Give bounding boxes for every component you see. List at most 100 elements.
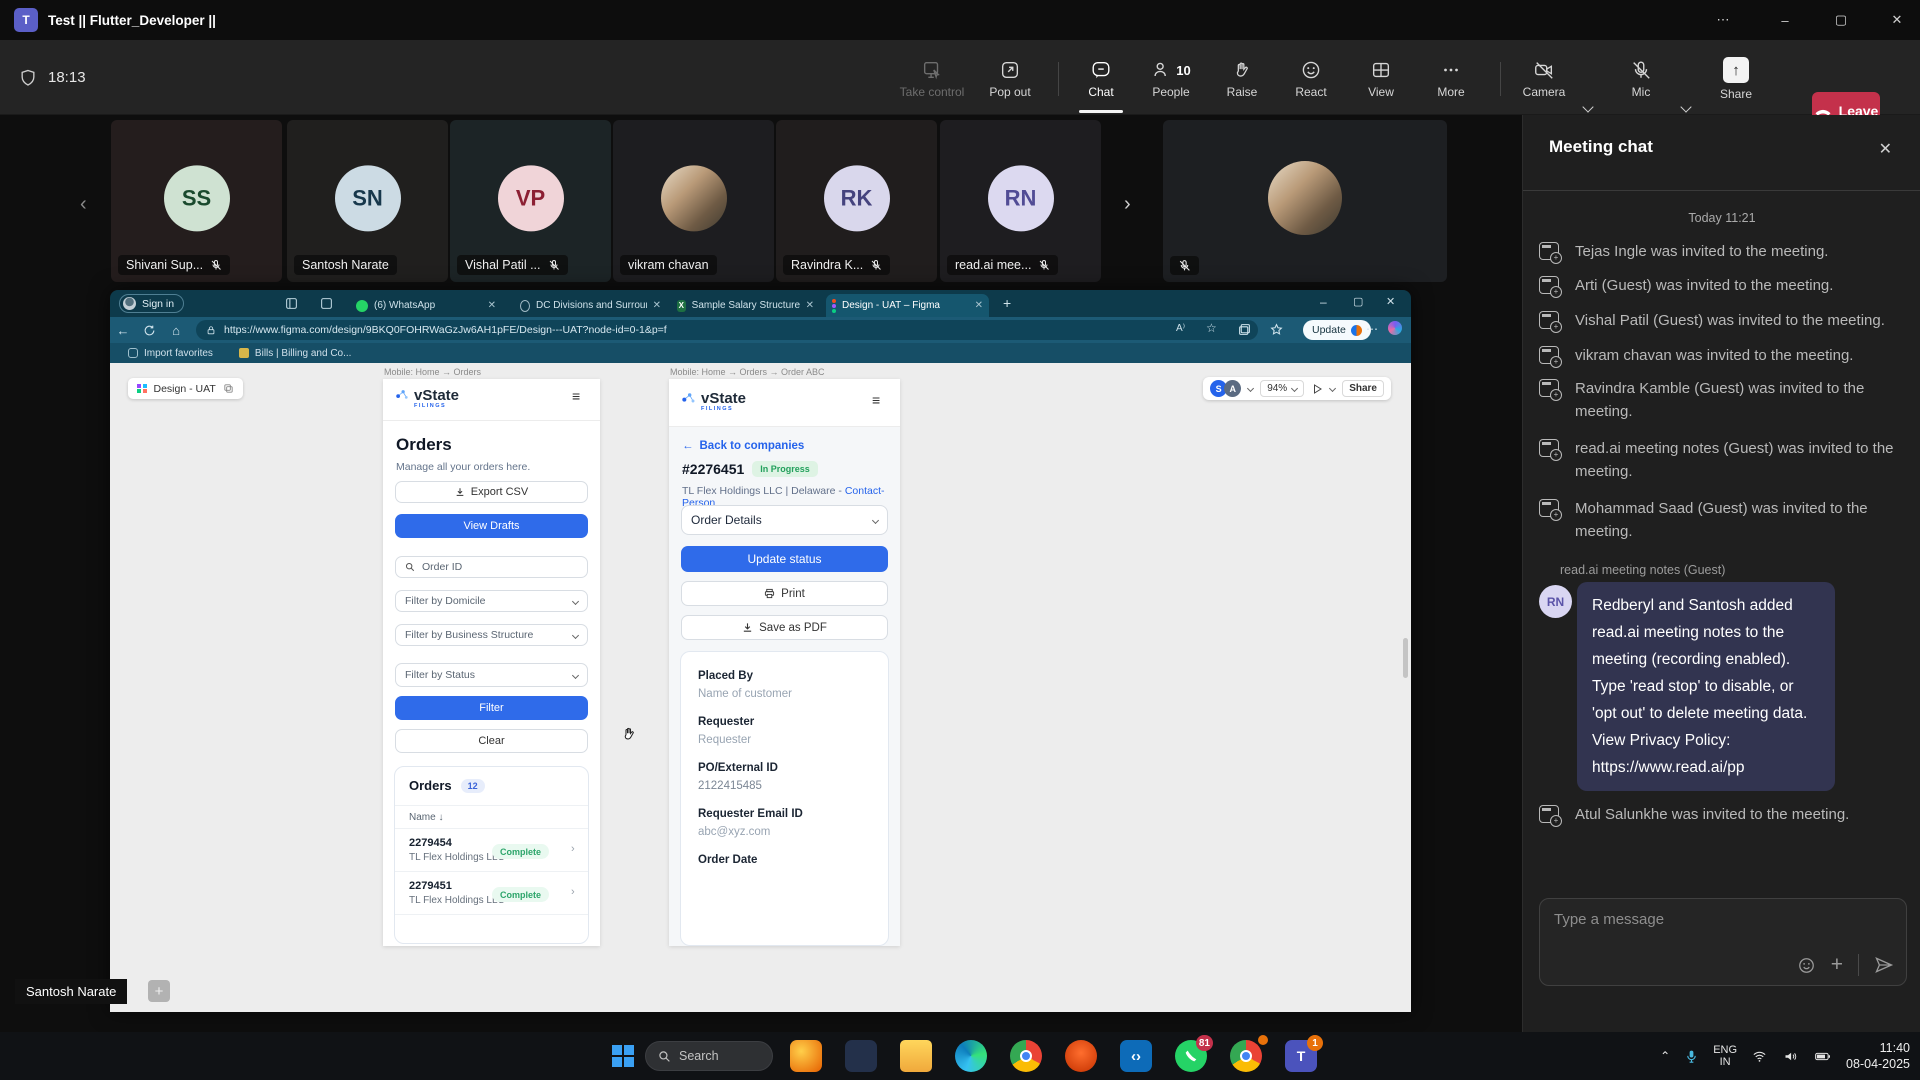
teams-icon[interactable]: T 1	[1285, 1040, 1317, 1072]
zoom-select[interactable]: 94%	[1260, 380, 1304, 397]
browser-update-button[interactable]: Update	[1303, 320, 1371, 340]
back-icon[interactable]: ←	[110, 323, 136, 338]
spotlight-tile[interactable]	[1163, 120, 1447, 282]
participants-next-chevron-icon[interactable]: ›	[1124, 193, 1131, 216]
participant-tile[interactable]: SN Santosh Narate	[287, 120, 448, 282]
view-button[interactable]: View	[1345, 50, 1417, 108]
participant-tile[interactable]: RK Ravindra K...	[776, 120, 937, 282]
emoji-icon[interactable]	[1797, 956, 1816, 975]
browser-maximize-icon[interactable]: ▢	[1353, 295, 1363, 308]
window-minimize-icon[interactable]: –	[1762, 0, 1808, 40]
mic-button[interactable]: Mic	[1605, 50, 1677, 108]
read-aloud-icon[interactable]: A⁾	[1176, 323, 1185, 334]
tab-close-icon[interactable]: ✕	[806, 300, 814, 311]
window-close-icon[interactable]: ✕	[1874, 0, 1920, 40]
browser-tab[interactable]: DC Divisions and Surroundings ✕	[514, 294, 667, 317]
wifi-icon[interactable]	[1751, 1049, 1768, 1064]
window-more-icon[interactable]: ⋯	[1700, 0, 1746, 40]
camera-button[interactable]: Camera	[1508, 50, 1580, 108]
collaborators-chevron-icon[interactable]	[1247, 385, 1254, 392]
column-header[interactable]: Name ↓	[409, 812, 443, 823]
favorite-star-icon[interactable]: ☆	[1206, 321, 1217, 335]
participant-tile[interactable]: VP Vishal Patil ...	[450, 120, 611, 282]
print-button[interactable]: Print	[681, 581, 888, 606]
url-field[interactable]: https://www.figma.com/design/9BKQ0FOHRWa…	[196, 320, 1258, 340]
tab-close-icon[interactable]: ✕	[653, 300, 661, 311]
chrome-icon[interactable]	[1010, 1040, 1042, 1072]
home-icon[interactable]: ⌂	[163, 323, 189, 338]
tab-close-icon[interactable]: ✕	[488, 300, 496, 311]
share-button[interactable]: ↑ Share	[1700, 50, 1772, 108]
taskbar-search[interactable]: Search	[645, 1041, 773, 1071]
raise-hand-button[interactable]: Raise	[1206, 50, 1278, 108]
figma-share-button[interactable]: Share	[1342, 380, 1384, 397]
tab-close-icon[interactable]: ✕	[975, 300, 983, 311]
tab-actions-icon[interactable]	[285, 297, 298, 310]
firefox-icon[interactable]	[790, 1040, 822, 1072]
canvas-scrollbar[interactable]	[1403, 638, 1408, 678]
present-chevron-icon[interactable]	[1329, 385, 1336, 392]
update-status-button[interactable]: Update status	[681, 546, 888, 572]
browser-tab-active[interactable]: Design - UAT – Figma ✕	[826, 294, 989, 317]
hamburger-icon[interactable]: ≡	[872, 397, 888, 403]
figma-doc-chip[interactable]: Design - UAT	[128, 378, 243, 399]
collections-icon[interactable]	[1238, 323, 1251, 336]
tray-chevron-icon[interactable]: ⌃	[1660, 1049, 1670, 1063]
participant-tile[interactable]: vikram chavan	[613, 120, 774, 282]
order-row[interactable]: 2279454 TL Flex Holdings LLC	[409, 837, 505, 863]
orders-frame[interactable]: vState FILINGS ≡ Orders Manage all your …	[383, 379, 600, 946]
copilot-icon[interactable]	[1388, 321, 1402, 335]
import-favorites-link[interactable]: Import favorites	[128, 348, 213, 359]
taskbar-clock[interactable]: 11:40 08-04-2025	[1846, 1040, 1910, 1072]
whatsapp-icon[interactable]: 81	[1175, 1040, 1207, 1072]
order-row[interactable]: 2279451 TL Flex Holdings LLC	[409, 880, 505, 906]
row-chevron-icon[interactable]: ›	[571, 843, 575, 855]
export-csv-button[interactable]: Export CSV	[395, 481, 588, 503]
refresh-icon[interactable]	[143, 324, 156, 337]
volume-icon[interactable]	[1782, 1049, 1799, 1064]
send-icon[interactable]	[1874, 955, 1894, 975]
language-indicator[interactable]: ENG IN	[1713, 1044, 1737, 1068]
tray-mic-icon[interactable]	[1684, 1049, 1699, 1064]
filter-status-select[interactable]: Filter by Status	[395, 663, 588, 687]
hamburger-icon[interactable]: ≡	[572, 393, 588, 399]
order-id-search-input[interactable]: Order ID	[395, 556, 588, 578]
filter-domicile-select[interactable]: Filter by Domicile	[395, 590, 588, 612]
save-pdf-button[interactable]: Save as PDF	[681, 615, 888, 640]
add-overlay-icon[interactable]: +	[148, 980, 170, 1002]
filter-button[interactable]: Filter	[395, 696, 588, 720]
order-details-select[interactable]: Order Details	[681, 505, 888, 535]
attach-plus-icon[interactable]: +	[1831, 956, 1843, 974]
browser-menu-icon[interactable]: ⋯	[1366, 322, 1378, 336]
pop-out-button[interactable]: Pop out	[974, 50, 1046, 108]
chat-message-input[interactable]: Type a message +	[1539, 898, 1907, 986]
bookmark-link[interactable]: Bills | Billing and Co...	[239, 348, 352, 359]
people-button[interactable]: 10 People	[1135, 50, 1207, 108]
order-detail-frame[interactable]: vState FILINGS ≡ ← Back to companies #22…	[669, 379, 900, 946]
camera-options-chevron-icon[interactable]	[1582, 101, 1593, 112]
chat-button[interactable]: Chat	[1065, 50, 1137, 108]
favorites-bar-icon[interactable]	[1270, 323, 1283, 336]
vertical-tabs-icon[interactable]	[320, 297, 333, 310]
present-play-icon[interactable]	[1311, 383, 1323, 395]
file-explorer-icon[interactable]	[900, 1040, 932, 1072]
edge-icon[interactable]	[955, 1040, 987, 1072]
chrome-icon[interactable]	[1230, 1040, 1262, 1072]
participant-tile[interactable]: SS Shivani Sup...	[111, 120, 282, 282]
windows-start-icon[interactable]	[612, 1045, 634, 1067]
participant-tile[interactable]: RN read.ai mee...	[940, 120, 1101, 282]
react-button[interactable]: React	[1275, 50, 1347, 108]
view-drafts-button[interactable]: View Drafts	[395, 514, 588, 538]
vscode-icon[interactable]: ‹›	[1120, 1040, 1152, 1072]
participants-prev-chevron-icon[interactable]: ‹	[80, 193, 87, 216]
browser-signin-button[interactable]: Sign in	[119, 294, 184, 313]
collaborator-avatar[interactable]: A	[1224, 380, 1241, 397]
app-icon[interactable]	[845, 1040, 877, 1072]
row-chevron-icon[interactable]: ›	[571, 886, 575, 898]
battery-icon[interactable]	[1813, 1049, 1832, 1064]
chat-close-icon[interactable]: ✕	[1879, 139, 1892, 159]
new-tab-icon[interactable]: +	[1003, 295, 1011, 311]
filter-business-select[interactable]: Filter by Business Structure	[395, 624, 588, 646]
brave-icon[interactable]	[1065, 1040, 1097, 1072]
window-maximize-icon[interactable]: ▢	[1818, 0, 1864, 40]
